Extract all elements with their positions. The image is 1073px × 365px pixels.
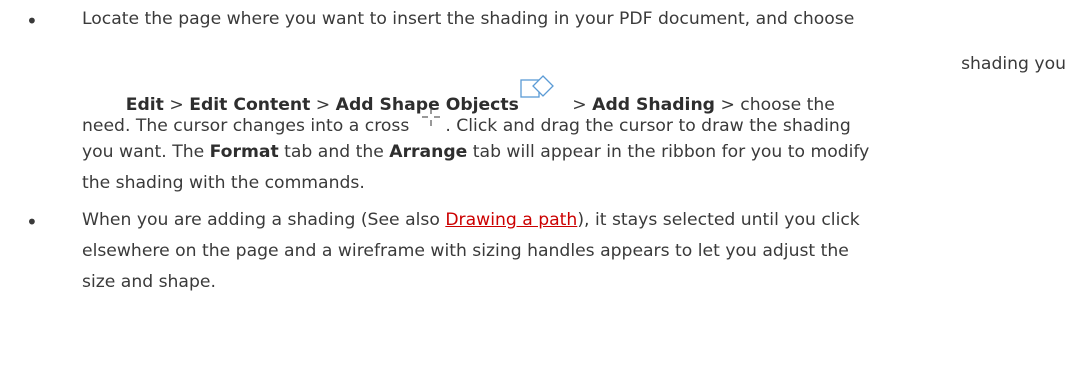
shape-objects-icon	[519, 74, 561, 108]
instruction-text: elsewhere on the page and a wireframe wi…	[82, 241, 849, 261]
drawing-a-path-link[interactable]: Drawing a path	[445, 210, 577, 230]
instruction-text: ), it stays selected until you click	[577, 210, 860, 230]
bullet-marker: •	[26, 210, 38, 234]
cross-cursor-icon	[421, 107, 441, 127]
paragraph-line: size and shape.	[82, 272, 216, 292]
paragraph-line: you want. The Format tab and the Arrange…	[82, 142, 869, 162]
instruction-text: . Click and drag the cursor to draw the …	[445, 116, 851, 136]
paragraph-line: need. The cursor changes into a cross . …	[82, 107, 851, 136]
arrange-tab-name: Arrange	[389, 142, 468, 162]
bullet-marker: •	[26, 9, 38, 33]
instruction-text: size and shape.	[82, 272, 216, 292]
paragraph-line: elsewhere on the page and a wireframe wi…	[82, 241, 849, 261]
instruction-text: you want. The	[82, 142, 210, 162]
instruction-text: tab will appear in the ribbon for you to…	[467, 142, 870, 162]
instruction-text: the shading with the commands.	[82, 173, 365, 193]
instruction-text: Locate the page where you want to insert…	[82, 9, 855, 29]
instruction-text: When you are adding a shading (See also	[82, 210, 446, 230]
format-tab-name: Format	[209, 142, 279, 162]
instruction-text: tab and the	[278, 142, 390, 162]
paragraph-line: Locate the page where you want to insert…	[82, 9, 854, 29]
paragraph-line: When you are adding a shading (See also …	[82, 210, 860, 230]
paragraph-line: the shading with the commands.	[82, 173, 365, 193]
instruction-text: shading you	[961, 54, 1066, 74]
instruction-text: need. The cursor changes into a cross	[82, 116, 410, 136]
